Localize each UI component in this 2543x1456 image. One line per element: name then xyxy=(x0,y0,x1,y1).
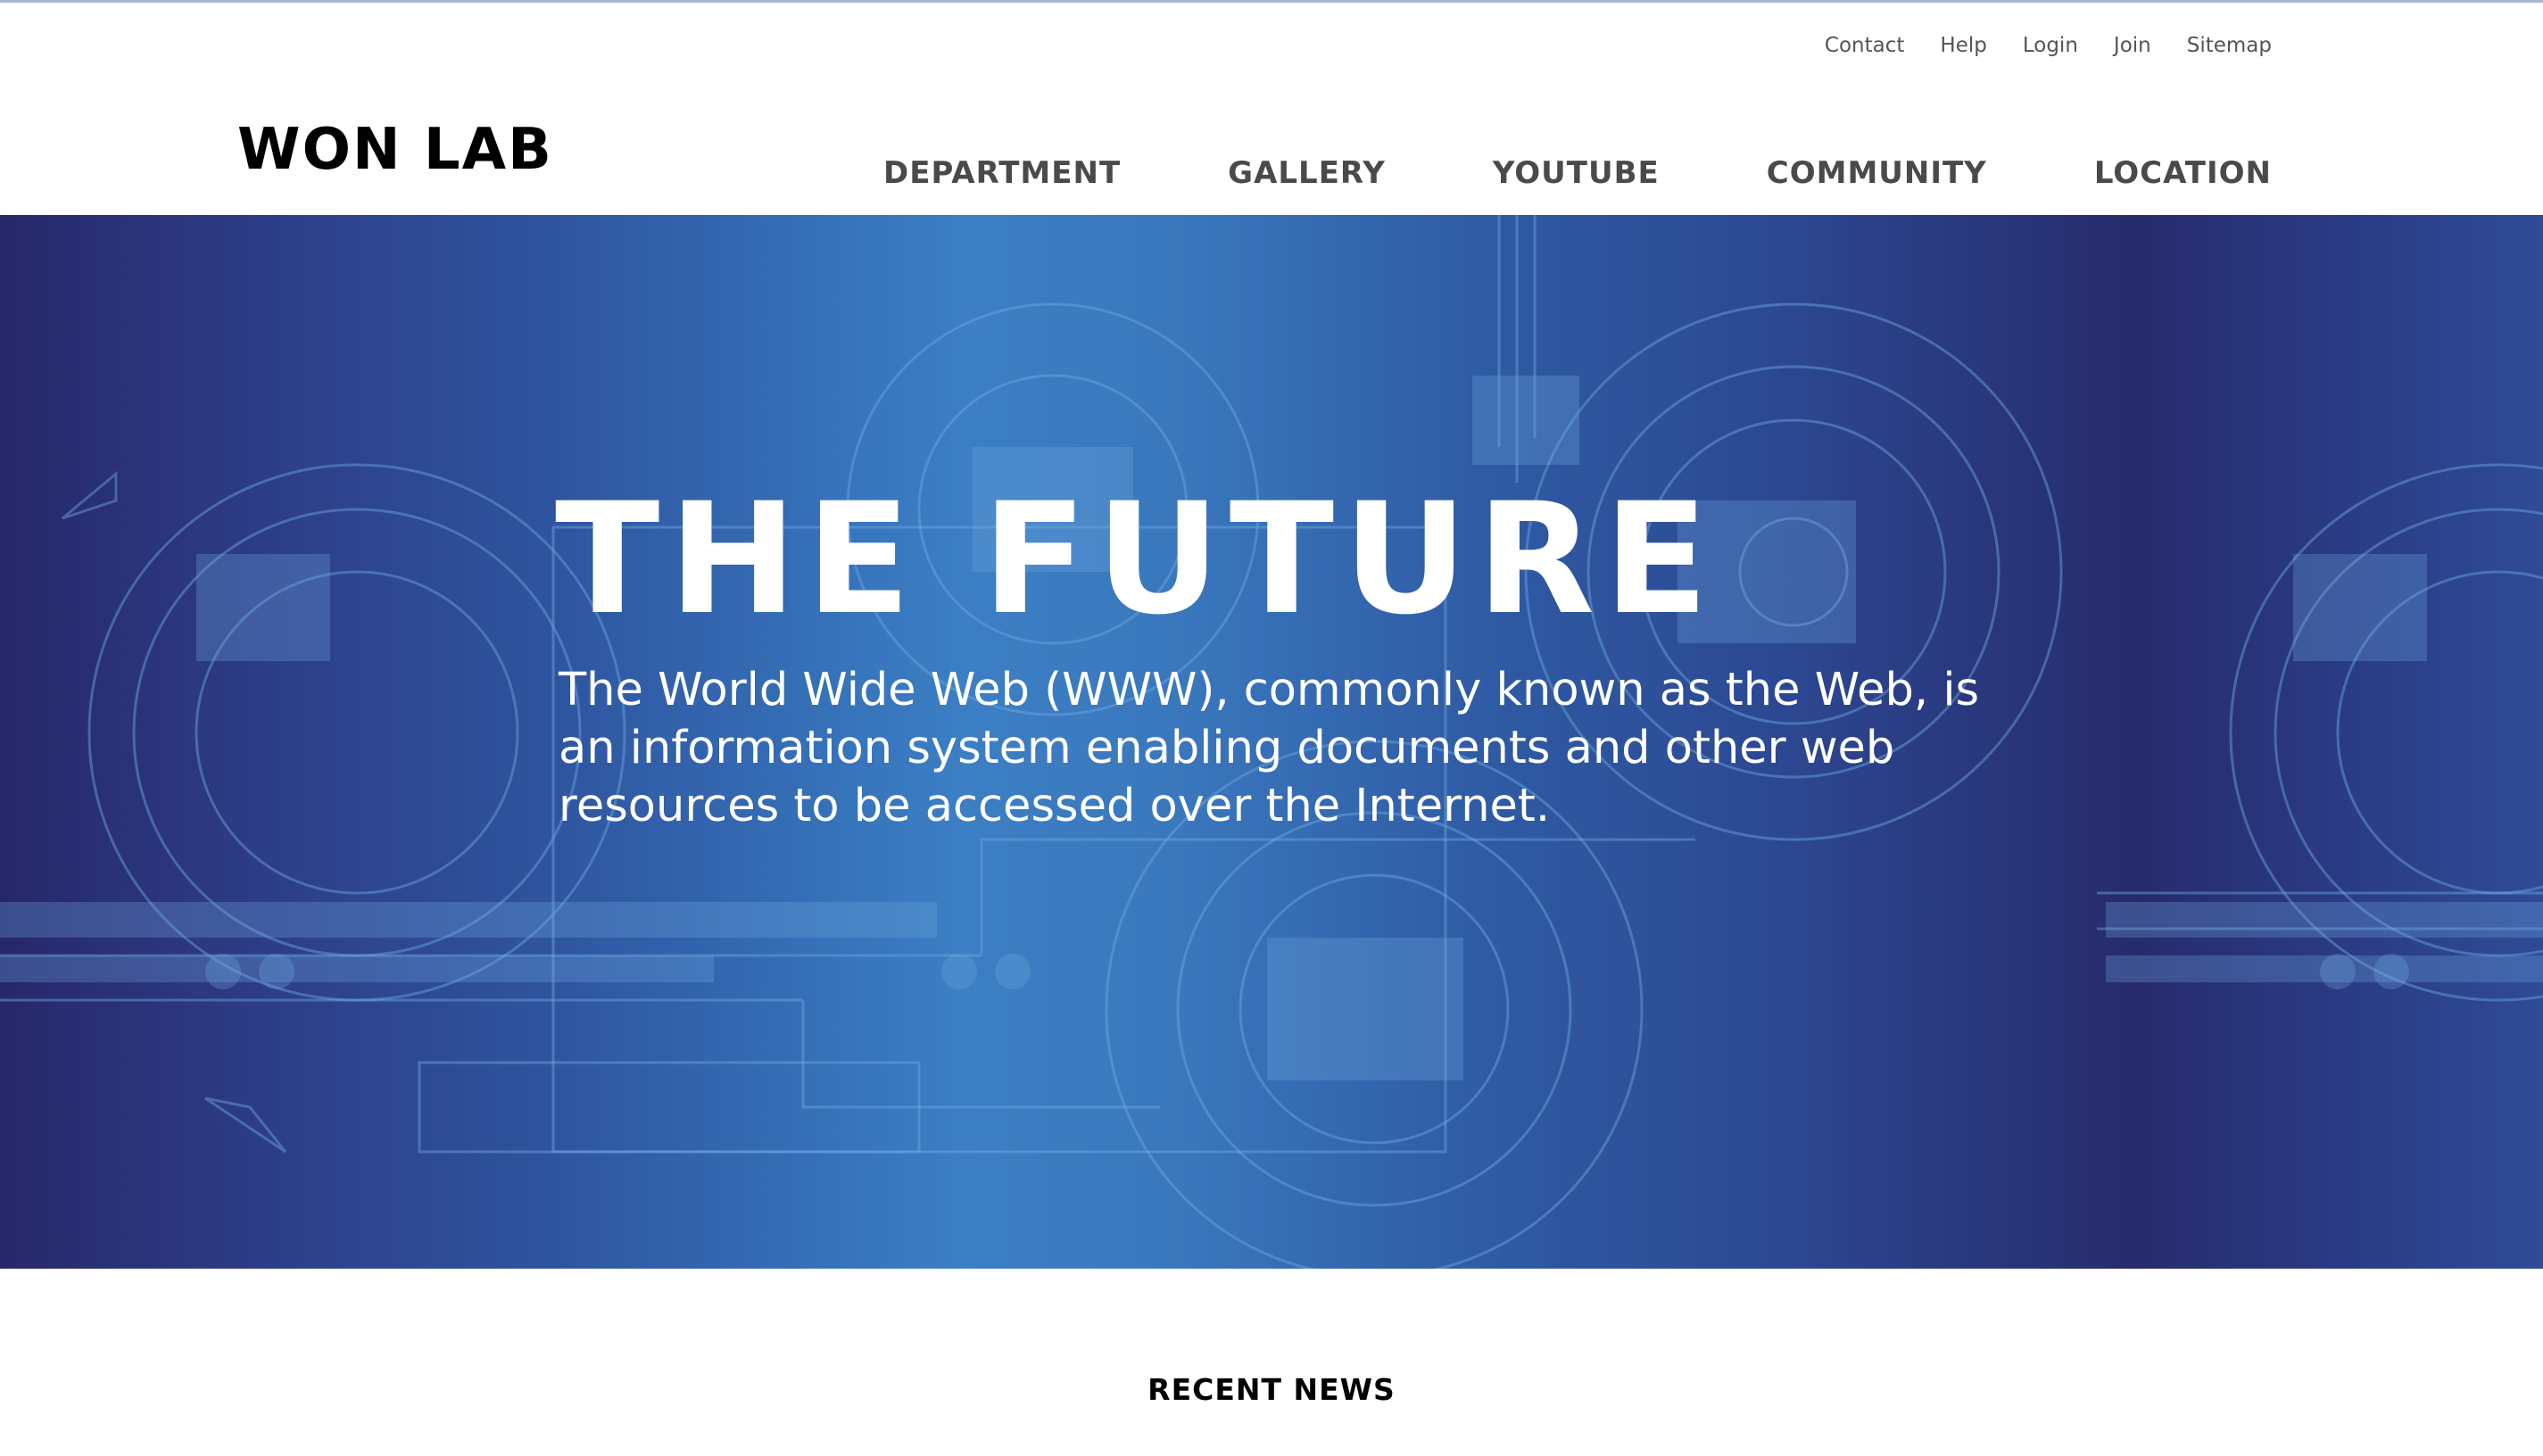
utility-item-join: Join xyxy=(2114,34,2151,57)
nav-item-gallery: GALLERY xyxy=(1228,155,1386,191)
hero-description: The World Wide Web (WWW), commonly known… xyxy=(559,664,1980,832)
nav-item-youtube: YOUTUBE xyxy=(1493,155,1660,191)
nav-item-department: DEPARTMENT xyxy=(883,155,1121,191)
nav-link-youtube[interactable]: YOUTUBE xyxy=(1493,155,1660,191)
nav-link-department[interactable]: DEPARTMENT xyxy=(883,155,1121,191)
page: Contact Help Login Join Sitemap WON LAB … xyxy=(0,0,2543,1456)
nav-item-location: LOCATION xyxy=(2094,155,2272,191)
contact-link[interactable]: Contact xyxy=(1825,34,1904,57)
hero-title: THE FUTURE xyxy=(555,469,1718,649)
hero-banner: THE FUTURE The World Wide Web (WWW), com… xyxy=(0,215,2543,1269)
nav-link-community[interactable]: COMMUNITY xyxy=(1767,155,1987,191)
recent-news-heading: RECENT NEWS xyxy=(1147,1372,1396,1407)
utility-item-contact: Contact xyxy=(1825,34,1904,57)
utility-item-login: Login xyxy=(2023,34,2078,57)
top-rule xyxy=(0,0,2543,3)
login-link[interactable]: Login xyxy=(2023,34,2078,57)
nav-link-gallery[interactable]: GALLERY xyxy=(1228,155,1386,191)
nav-item-community: COMMUNITY xyxy=(1767,155,1987,191)
utility-nav: Contact Help Login Join Sitemap xyxy=(1825,34,2272,57)
utility-item-help: Help xyxy=(1940,34,1986,57)
nav-link-location[interactable]: LOCATION xyxy=(2094,155,2272,191)
join-link[interactable]: Join xyxy=(2114,34,2151,57)
sitemap-link[interactable]: Sitemap xyxy=(2187,34,2272,57)
site-logo[interactable]: WON LAB xyxy=(237,121,553,178)
main-nav: DEPARTMENT GALLERY YOUTUBE COMMUNITY LOC… xyxy=(883,155,2272,191)
help-link[interactable]: Help xyxy=(1940,34,1986,57)
utility-item-sitemap: Sitemap xyxy=(2187,34,2272,57)
